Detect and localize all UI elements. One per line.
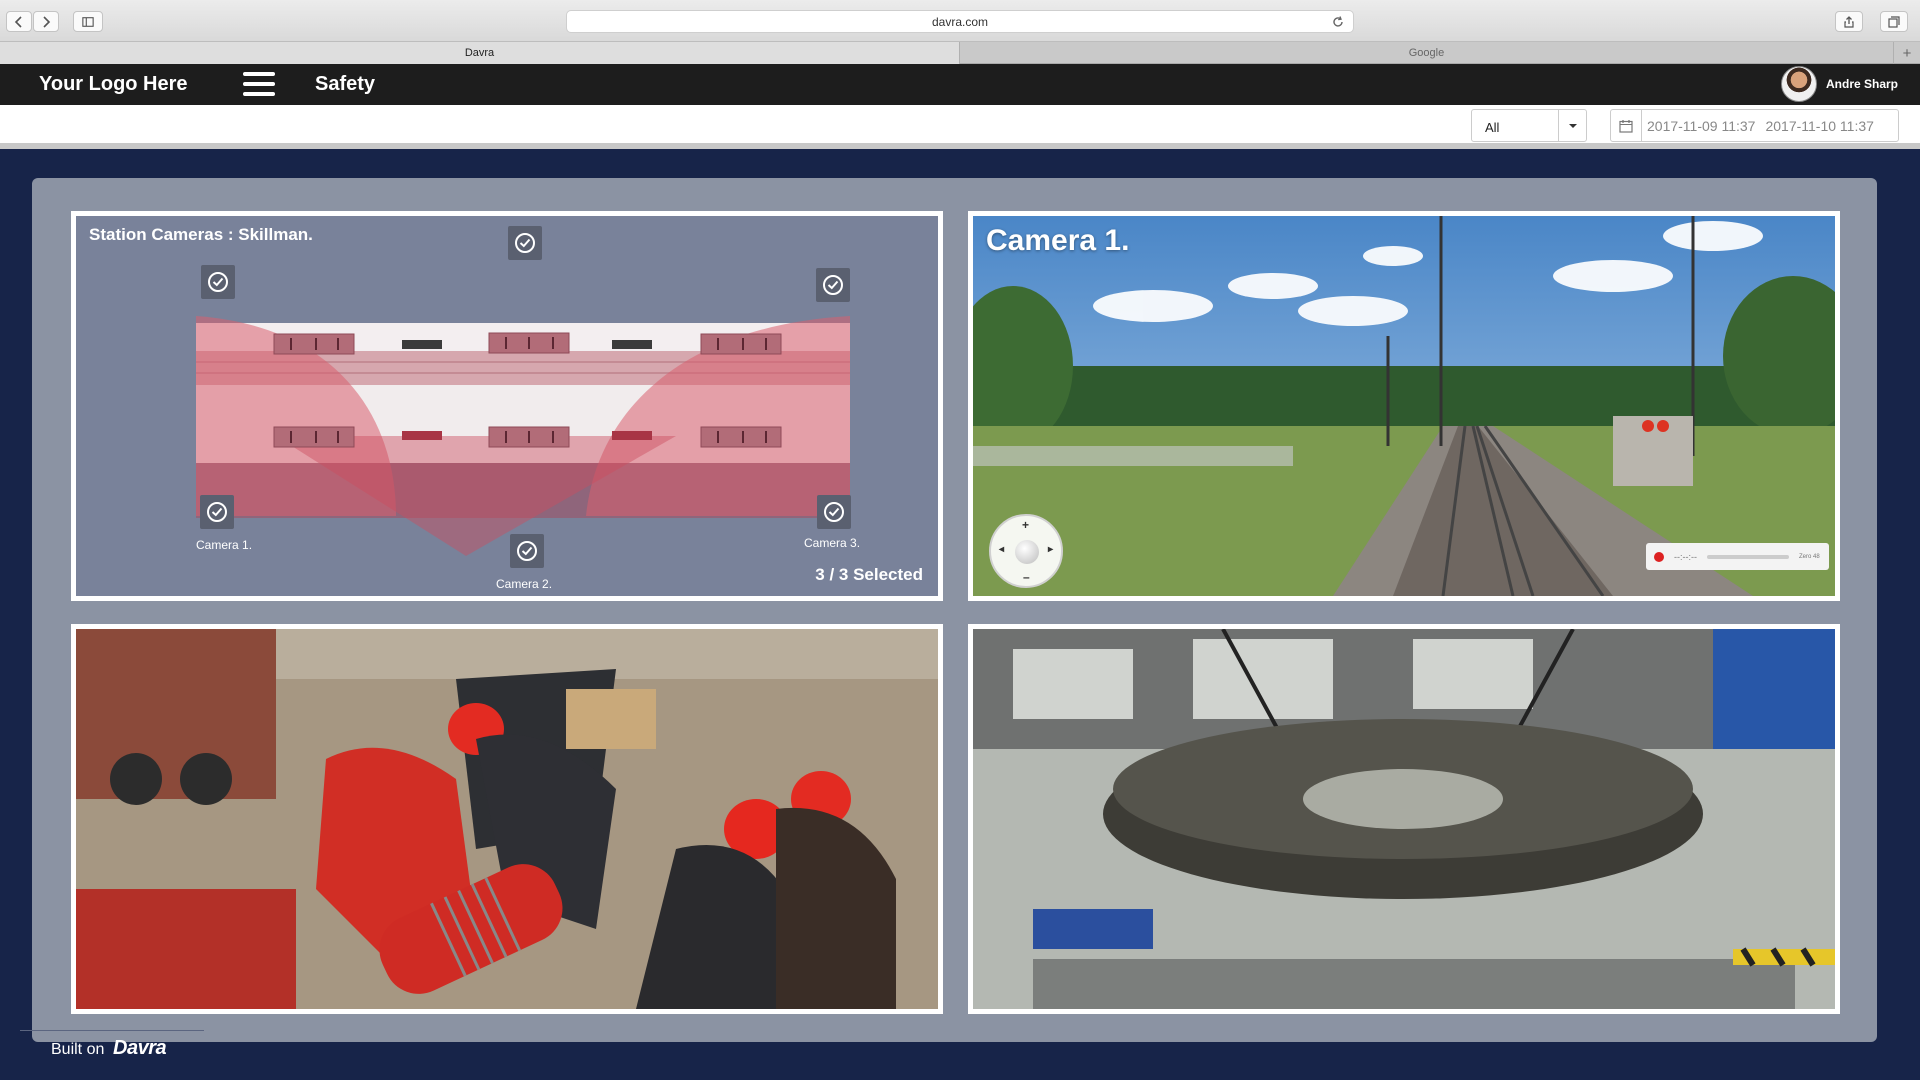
reload-icon[interactable] bbox=[1331, 15, 1345, 29]
station-camera-map: Station Cameras : Skillman. Camera 1. Ca… bbox=[71, 211, 943, 601]
recording-player[interactable]: --:--:-- Zero 48 bbox=[1646, 543, 1829, 570]
filter-select[interactable]: All bbox=[1471, 109, 1587, 142]
ptz-knob[interactable] bbox=[1015, 540, 1039, 564]
share-icon bbox=[1844, 15, 1854, 28]
camera-2-marker[interactable] bbox=[510, 534, 544, 568]
caret-down-icon[interactable] bbox=[1558, 110, 1586, 141]
camera-2-toggle[interactable] bbox=[508, 226, 542, 260]
check-circle-icon bbox=[207, 502, 227, 522]
date-to[interactable]: 2017-11-10 11:37 bbox=[1765, 118, 1873, 134]
logo[interactable]: Your Logo Here bbox=[39, 73, 188, 96]
factory-crane-video bbox=[973, 629, 1835, 1009]
camera-3-toggle[interactable] bbox=[816, 268, 850, 302]
new-tab-button[interactable]: + bbox=[1894, 42, 1920, 64]
tab-label: Google bbox=[1408, 47, 1445, 59]
camera-3-feed[interactable] bbox=[968, 624, 1840, 1014]
built-on-text: Built on bbox=[51, 1041, 105, 1058]
forward-icon bbox=[43, 15, 51, 28]
camera-3-marker[interactable] bbox=[817, 495, 851, 529]
station-map-title: Station Cameras : Skillman. bbox=[89, 225, 313, 244]
pan-right-icon[interactable]: ▸ bbox=[1048, 544, 1053, 555]
check-circle-icon bbox=[208, 272, 228, 292]
check-circle-icon bbox=[515, 233, 535, 253]
url-text: davra.com bbox=[931, 14, 989, 29]
construction-site-video bbox=[76, 629, 938, 1009]
camera-1-toggle[interactable] bbox=[201, 265, 235, 299]
tab-google[interactable]: Google bbox=[960, 42, 1894, 64]
camera-1-feed[interactable]: Camera 1. + – ◂ ▸ --:--:-- Zero 48 bbox=[968, 211, 1840, 601]
tab-davra[interactable]: Davra bbox=[0, 42, 960, 64]
zoom-in-icon[interactable]: + bbox=[1022, 518, 1029, 532]
zoom-out-icon[interactable]: – bbox=[1023, 570, 1030, 584]
filter-select-value: All bbox=[1485, 120, 1500, 135]
player-scrubber[interactable] bbox=[1706, 554, 1789, 559]
camera-2-feed[interactable] bbox=[71, 624, 943, 1014]
camera-3-label: Camera 3. bbox=[804, 536, 861, 550]
share-button[interactable] bbox=[1835, 11, 1863, 32]
sidebar-toggle-button[interactable] bbox=[73, 11, 103, 32]
browser-toolbar: davra.com bbox=[0, 0, 1920, 42]
avatar[interactable] bbox=[1781, 66, 1817, 102]
camera-2-label: Camera 2. bbox=[496, 577, 553, 591]
app-header: Your Logo Here Safety Andre Sharp bbox=[0, 64, 1920, 105]
back-icon bbox=[14, 15, 22, 28]
date-range-picker[interactable]: 2017-11-09 11:37 2017-11-10 11:37 bbox=[1610, 109, 1899, 142]
camera-dashboard: Station Cameras : Skillman. Camera 1. Ca… bbox=[32, 178, 1877, 1042]
hamburger-icon[interactable] bbox=[243, 72, 275, 98]
camera-1-marker[interactable] bbox=[200, 495, 234, 529]
tab-bar: Davra Google + bbox=[0, 42, 1920, 64]
page-title: Safety bbox=[315, 73, 376, 95]
forward-button[interactable] bbox=[33, 11, 59, 32]
player-time: --:--:-- bbox=[1674, 551, 1697, 562]
filter-bar: All 2017-11-09 11:37 2017-11-10 11:37 bbox=[0, 105, 1920, 149]
camera-feed-title: Camera 1. bbox=[986, 224, 1130, 257]
sidebar-icon bbox=[82, 16, 94, 27]
user-name[interactable]: Andre Sharp bbox=[1826, 77, 1898, 91]
tabs-overview-button[interactable] bbox=[1880, 11, 1908, 32]
check-circle-icon bbox=[823, 275, 843, 295]
check-circle-icon bbox=[517, 541, 537, 561]
camera-1-label: Camera 1. bbox=[196, 538, 253, 552]
davra-logo[interactable]: Davra bbox=[113, 1037, 167, 1060]
tabs-icon bbox=[1888, 15, 1900, 28]
rail-track-video bbox=[973, 216, 1835, 596]
pan-left-icon[interactable]: ◂ bbox=[999, 544, 1004, 555]
selected-count: 3 / 3 Selected bbox=[815, 565, 923, 584]
check-circle-icon bbox=[824, 502, 844, 522]
date-from[interactable]: 2017-11-09 11:37 bbox=[1647, 118, 1755, 134]
player-end-time: Zero 48 bbox=[1798, 553, 1820, 560]
footer-divider bbox=[20, 1030, 204, 1031]
record-icon[interactable] bbox=[1654, 551, 1664, 562]
back-button[interactable] bbox=[6, 11, 32, 32]
tab-label: Davra bbox=[464, 47, 495, 59]
ptz-control-icon[interactable]: + – ◂ ▸ bbox=[989, 514, 1063, 588]
address-bar[interactable]: davra.com bbox=[566, 10, 1354, 33]
calendar-icon[interactable] bbox=[1611, 110, 1642, 141]
